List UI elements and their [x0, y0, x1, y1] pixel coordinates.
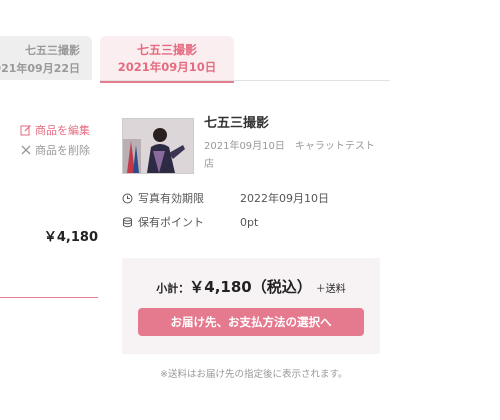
- tab-title: 七五三撮影: [136, 43, 197, 57]
- edit-icon: [20, 125, 31, 136]
- expiry-row: 写真有効期限 2022年09月10日: [122, 190, 329, 206]
- points-label: 保有ポイント: [138, 216, 204, 229]
- points-value: 0pt: [240, 215, 259, 229]
- expiry-label: 写真有効期限: [138, 192, 204, 205]
- database-icon: [123, 216, 132, 227]
- close-icon: [21, 145, 31, 155]
- product-subtitle: 2021年09月10日 キャラットテスト店: [204, 141, 375, 170]
- points-row: 保有ポイント 0pt: [122, 214, 258, 230]
- tab-divider: [100, 80, 390, 81]
- delete-item-link[interactable]: 商品を削除: [20, 142, 90, 158]
- item-price: ￥4,180: [43, 230, 98, 245]
- section-divider: [0, 297, 98, 298]
- order-summary: 小計：￥4,180（税込） ＋送料 お届け先、お支払方法の選択へ: [122, 258, 380, 354]
- tab-title: 七五三撮影: [25, 44, 80, 57]
- product-thumbnail: [122, 118, 194, 174]
- tab-date: 2021年09月10日: [117, 60, 217, 74]
- expiry-value: 2022年09月10日: [240, 192, 329, 205]
- subtotal: 小計：￥4,180（税込） ＋送料: [122, 276, 380, 297]
- tab-order-2021-09-22[interactable]: 七五三撮影 2021年09月22日: [0, 36, 92, 80]
- tab-date: 2021年09月22日: [0, 62, 80, 75]
- clock-icon: [122, 193, 133, 203]
- tab-order-2021-09-10[interactable]: 七五三撮影 2021年09月10日: [100, 36, 234, 83]
- delete-item-label: 商品を削除: [35, 144, 90, 157]
- shipping-suffix: ＋送料: [315, 284, 346, 295]
- product-title: 七五三撮影: [204, 116, 270, 131]
- subtotal-value: ￥4,180（税込）: [189, 278, 312, 296]
- edit-item-link[interactable]: 商品を編集: [20, 122, 90, 138]
- shipping-note: ※送料はお届け先の指定後に表示されます。: [160, 369, 348, 380]
- subtotal-label: 小計：: [156, 282, 190, 295]
- edit-item-label: 商品を編集: [35, 124, 90, 137]
- proceed-to-checkout-button[interactable]: お届け先、お支払方法の選択へ: [138, 308, 364, 336]
